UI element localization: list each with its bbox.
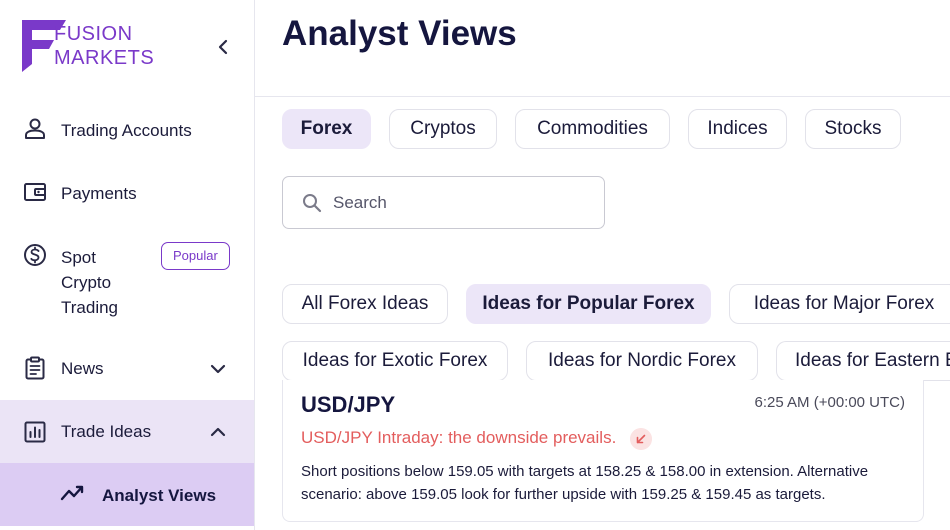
arrow-down-left-icon (630, 428, 652, 450)
app: FUSION MARKETS Trading Accounts Payments (0, 0, 950, 530)
idea-body: Short positions below 159.05 with target… (301, 463, 869, 503)
label-line: Trading (61, 298, 119, 317)
sidebar-item-label: Trade Ideas (61, 422, 152, 441)
search-icon (303, 194, 322, 213)
clipboard-icon (25, 356, 45, 380)
sidebar-item-label: Analyst Views (102, 486, 217, 505)
chart-bar-icon (24, 421, 46, 443)
page-title: Analyst Views (282, 14, 517, 53)
idea-timestamp: 6:25 AM (+00:00 UTC) (754, 394, 905, 411)
trend-line-icon (60, 485, 84, 501)
brand-logo[interactable]: FUSION MARKETS (20, 18, 220, 74)
sidebar-item-payments[interactable]: Payments (0, 175, 254, 215)
brand-line2: MARKETS (54, 47, 155, 69)
brand-name: FUSION MARKETS (54, 22, 154, 70)
sidebar-item-analyst-views[interactable]: Analyst Views (0, 463, 254, 526)
tab-forex[interactable]: Forex (282, 109, 371, 149)
wallet-icon (24, 183, 46, 201)
search-input[interactable] (333, 189, 593, 217)
sidebar-item-news[interactable]: News (0, 350, 254, 390)
idea-symbol: USD/JPY (301, 392, 396, 417)
sidebar-item-label: Trading Accounts (61, 121, 192, 140)
dollar-circle-icon (24, 244, 46, 266)
sidebar-item-label: Spot Crypto Trading (61, 245, 118, 320)
popular-badge: Popular (161, 242, 230, 270)
tab-indices[interactable]: Indices (688, 109, 787, 149)
chevron-up-icon[interactable] (208, 422, 228, 442)
filter-nordic-forex[interactable]: Ideas for Nordic Forex (526, 341, 758, 381)
brand-line1: FUSION (54, 23, 133, 45)
search-box[interactable] (282, 176, 605, 229)
user-icon (25, 118, 45, 139)
tab-cryptos[interactable]: Cryptos (389, 109, 497, 149)
chevron-down-icon[interactable] (208, 359, 228, 379)
tab-stocks[interactable]: Stocks (805, 109, 901, 149)
idea-headline[interactable]: USD/JPY Intraday: the downside prevails. (301, 428, 616, 448)
tab-commodities[interactable]: Commodities (515, 109, 670, 149)
collapse-sidebar-chevron-icon[interactable] (212, 36, 234, 58)
filter-major-forex[interactable]: Ideas for Major Forex (729, 284, 950, 324)
sidebar-item-trading-accounts[interactable]: Trading Accounts (0, 112, 254, 152)
idea-card[interactable]: USD/JPY 6:25 AM (+00:00 UTC) USD/JPY Int… (282, 380, 924, 522)
sidebar-item-label: News (61, 359, 104, 378)
label-line: Crypto (61, 273, 112, 292)
filter-exotic-forex[interactable]: Ideas for Exotic Forex (282, 341, 508, 381)
sidebar-item-trade-ideas[interactable]: Trade Ideas (0, 400, 254, 463)
main-content: Analyst Views Forex Cryptos Commodities … (255, 0, 950, 530)
header-divider (255, 96, 950, 97)
sidebar-item-label: Payments (61, 184, 137, 203)
filter-eastern-europe-forex[interactable]: Ideas for Eastern Europe Forex (776, 341, 950, 381)
sidebar: FUSION MARKETS Trading Accounts Payments (0, 0, 255, 530)
filter-all-forex-ideas[interactable]: All Forex Ideas (282, 284, 448, 324)
label-line: Spot (61, 248, 96, 267)
filter-label: Ideas for Eastern Europe Forex (795, 350, 950, 371)
filter-popular-forex[interactable]: Ideas for Popular Forex (466, 284, 711, 324)
